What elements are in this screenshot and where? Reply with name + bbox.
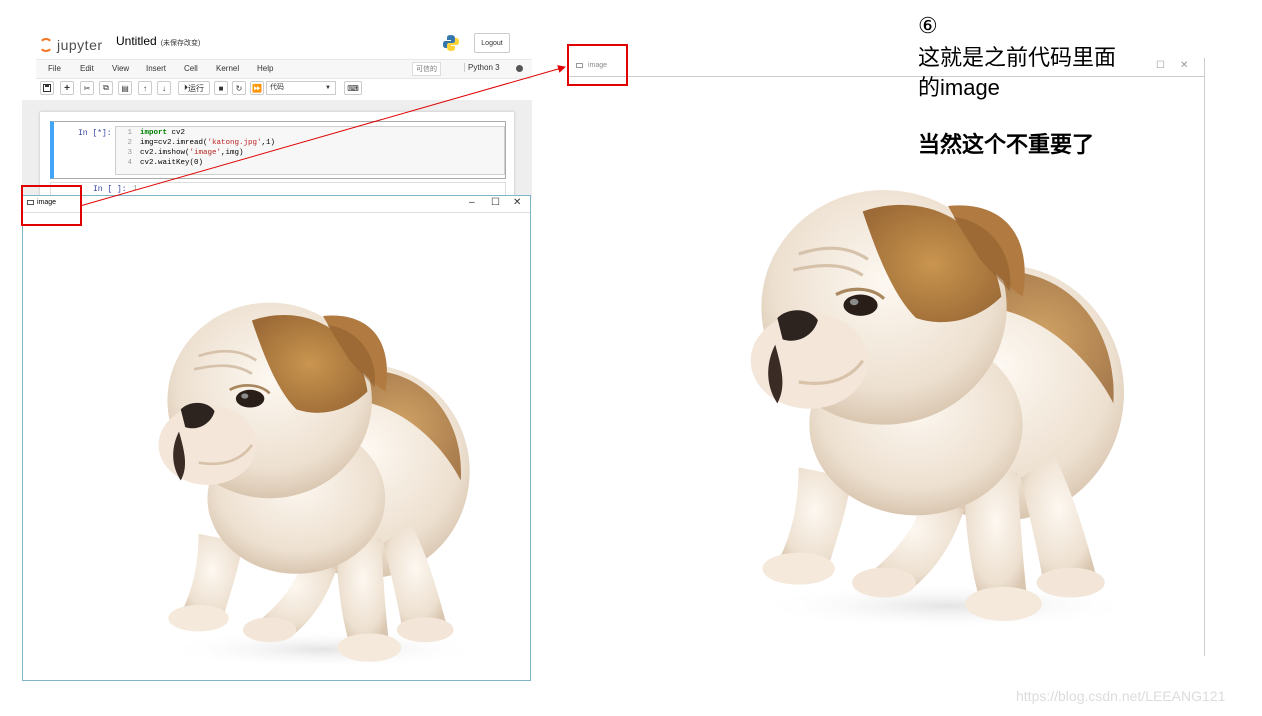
annotation-line-1: 这就是之前代码里面	[918, 45, 1117, 70]
annotation-line-3: 当然这个不重要了	[918, 132, 1095, 157]
pointer-arrow	[79, 65, 566, 207]
watermark: https://blog.csdn.net/LEEANG121	[1016, 688, 1226, 704]
annotation-line-2: 的image	[918, 75, 1000, 100]
annotation-step: ⑥	[918, 13, 938, 38]
